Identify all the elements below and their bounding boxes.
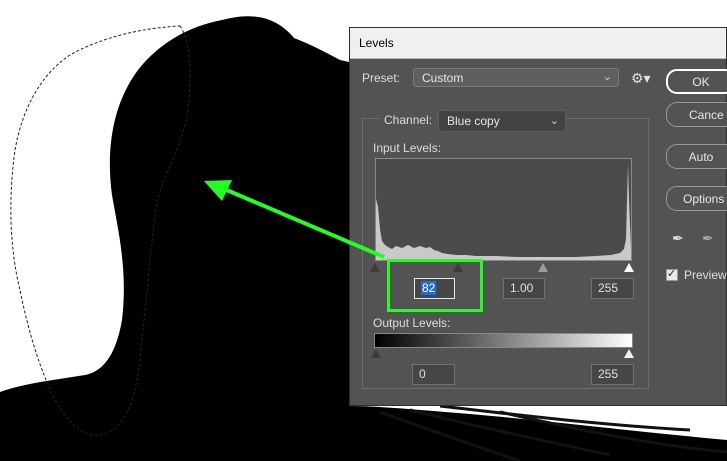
preview-checkbox[interactable]: ✓ <box>666 268 678 281</box>
ok-button[interactable]: OK <box>666 69 727 94</box>
channel-value: Blue copy <box>447 114 500 128</box>
channel-label: Channel: <box>380 113 437 127</box>
channel-dropdown[interactable]: Blue copy ⌄ <box>438 110 566 132</box>
input-white-value: 255 <box>598 281 619 295</box>
output-white-field[interactable]: 255 <box>591 364 634 385</box>
auto-button[interactable]: Auto <box>666 144 727 169</box>
black-eyedropper-icon[interactable]: ✒ <box>672 230 684 247</box>
dialog-title: Levels <box>359 36 394 50</box>
preview-label: Preview <box>684 268 727 282</box>
input-gamma-field[interactable]: 1.00 <box>503 278 545 299</box>
gear-icon[interactable]: ⚙▾ <box>631 70 651 87</box>
options-button[interactable]: Options <box>666 186 727 211</box>
output-black-value: 0 <box>419 367 426 381</box>
dialog-titlebar[interactable]: Levels <box>350 28 726 59</box>
chevron-down-icon: ⌄ <box>549 115 559 127</box>
preset-value: Custom <box>422 71 464 85</box>
output-gradient <box>374 333 633 348</box>
output-black-field[interactable]: 0 <box>412 364 455 385</box>
output-black-slider[interactable] <box>371 349 381 358</box>
cancel-button[interactable]: Cance <box>666 102 727 127</box>
histogram-curve <box>376 164 631 260</box>
levels-dialog: Levels Preset: Custom ⌄ ⚙▾ Channel: Blue… <box>349 27 727 406</box>
chevron-down-icon: ⌄ <box>602 71 612 83</box>
preset-label: Preset: <box>362 71 401 85</box>
histogram <box>375 158 632 261</box>
input-white-slider[interactable] <box>624 263 634 272</box>
gray-eyedropper-icon[interactable]: ✒ <box>702 230 714 247</box>
output-white-value: 255 <box>598 367 619 381</box>
input-white-field[interactable]: 255 <box>591 278 634 299</box>
annotation-highlight-box <box>387 259 483 312</box>
output-levels-label: Output Levels: <box>373 316 451 330</box>
checkmark-icon: ✓ <box>667 268 677 280</box>
input-gamma-value: 1.00 <box>510 281 534 295</box>
input-levels-label: Input Levels: <box>373 141 442 155</box>
preset-dropdown[interactable]: Custom ⌄ <box>413 68 619 87</box>
output-white-slider[interactable] <box>624 349 634 358</box>
input-black-slider[interactable] <box>370 263 380 272</box>
input-gamma-slider[interactable] <box>538 263 548 272</box>
